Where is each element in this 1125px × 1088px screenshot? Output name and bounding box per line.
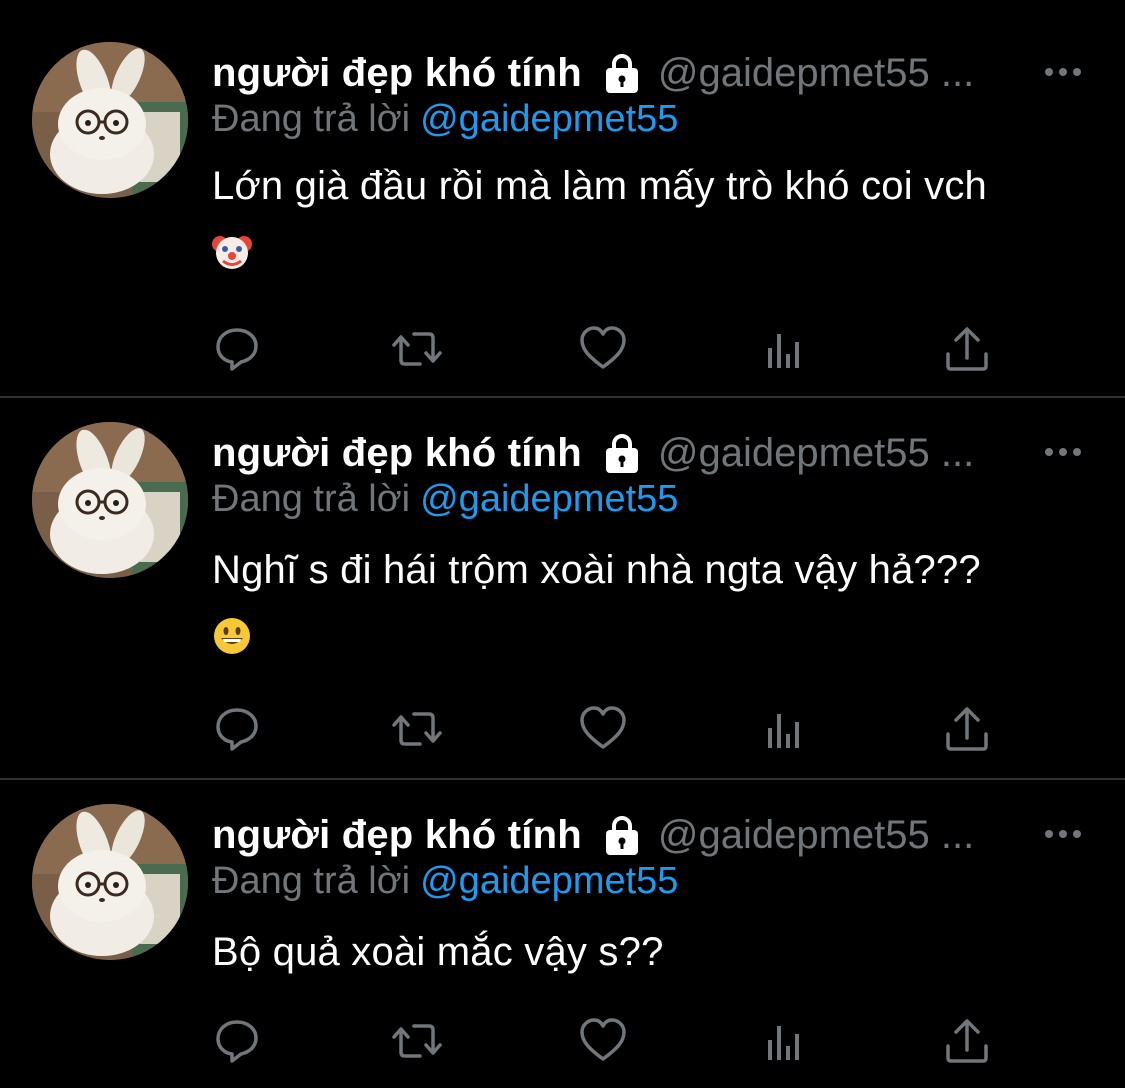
reply-mention-link[interactable]: @gaidepmet55 [420, 98, 678, 140]
views-icon[interactable] [762, 704, 812, 754]
user-handle[interactable]: @gaidepmet55 ... [658, 431, 974, 476]
reply-prefix: Đang trả lời [212, 860, 411, 902]
retweet-icon[interactable] [392, 324, 442, 374]
views-icon[interactable] [762, 1016, 812, 1066]
reply-mention-link[interactable]: @gaidepmet55 [420, 478, 678, 520]
user-handle[interactable]: @gaidepmet55 ... [658, 51, 974, 96]
like-icon[interactable] [578, 324, 628, 374]
retweet-icon[interactable] [392, 704, 442, 754]
lock-icon [600, 51, 644, 95]
replying-to: Đang trả lời @gaidepmet55 [212, 860, 678, 903]
display-name[interactable]: người đẹp khó tính [212, 51, 582, 96]
avatar[interactable] [32, 804, 188, 960]
reply-prefix: Đang trả lời [212, 478, 411, 520]
user-handle[interactable]: @gaidepmet55 ... [658, 813, 974, 858]
tweet-text: Nghĩ s đi hái trộm xoài nhà ngta vậy hả?… [212, 548, 981, 592]
bunny-avatar-image [32, 42, 188, 198]
tweet-text: Bộ quả xoài mắc vậy s?? [212, 930, 664, 974]
lock-icon [600, 813, 644, 857]
tweet[interactable]: người đẹp khó tính @gaidepmet55 ... Đang… [0, 0, 1125, 396]
share-icon[interactable] [942, 1016, 992, 1066]
grinning-face-icon [212, 616, 252, 656]
display-name[interactable]: người đẹp khó tính [212, 813, 582, 858]
like-icon[interactable] [578, 1016, 628, 1066]
action-bar [212, 324, 1012, 374]
avatar[interactable] [32, 422, 188, 578]
views-icon[interactable] [762, 324, 812, 374]
tweet[interactable]: người đẹp khó tính @gaidepmet55 ... Đang… [0, 780, 1125, 1088]
action-bar [212, 1016, 1012, 1066]
retweet-icon[interactable] [392, 1016, 442, 1066]
reply-prefix: Đang trả lời [212, 98, 411, 140]
replying-to: Đang trả lời @gaidepmet55 [212, 478, 678, 521]
display-name[interactable]: người đẹp khó tính [212, 431, 582, 476]
share-icon[interactable] [942, 704, 992, 754]
bunny-avatar-image [32, 804, 188, 960]
reply-icon[interactable] [212, 1016, 262, 1066]
reply-icon[interactable] [212, 324, 262, 374]
tweet[interactable]: người đẹp khó tính @gaidepmet55 ... Đang… [0, 398, 1125, 778]
more-dots-icon[interactable] [1042, 52, 1084, 92]
reply-mention-link[interactable]: @gaidepmet55 [420, 860, 678, 902]
tweet-text: Lớn già đầu rồi mà làm mấy trò khó coi v… [212, 164, 987, 208]
lock-icon [600, 431, 644, 475]
action-bar [212, 704, 1012, 754]
reply-icon[interactable] [212, 704, 262, 754]
like-icon[interactable] [578, 704, 628, 754]
avatar[interactable] [32, 42, 188, 198]
more-dots-icon[interactable] [1042, 814, 1084, 854]
replying-to: Đang trả lời @gaidepmet55 [212, 98, 678, 141]
bunny-avatar-image [32, 422, 188, 578]
more-dots-icon[interactable] [1042, 432, 1084, 472]
share-icon[interactable] [942, 324, 992, 374]
clown-face-icon [212, 232, 252, 272]
